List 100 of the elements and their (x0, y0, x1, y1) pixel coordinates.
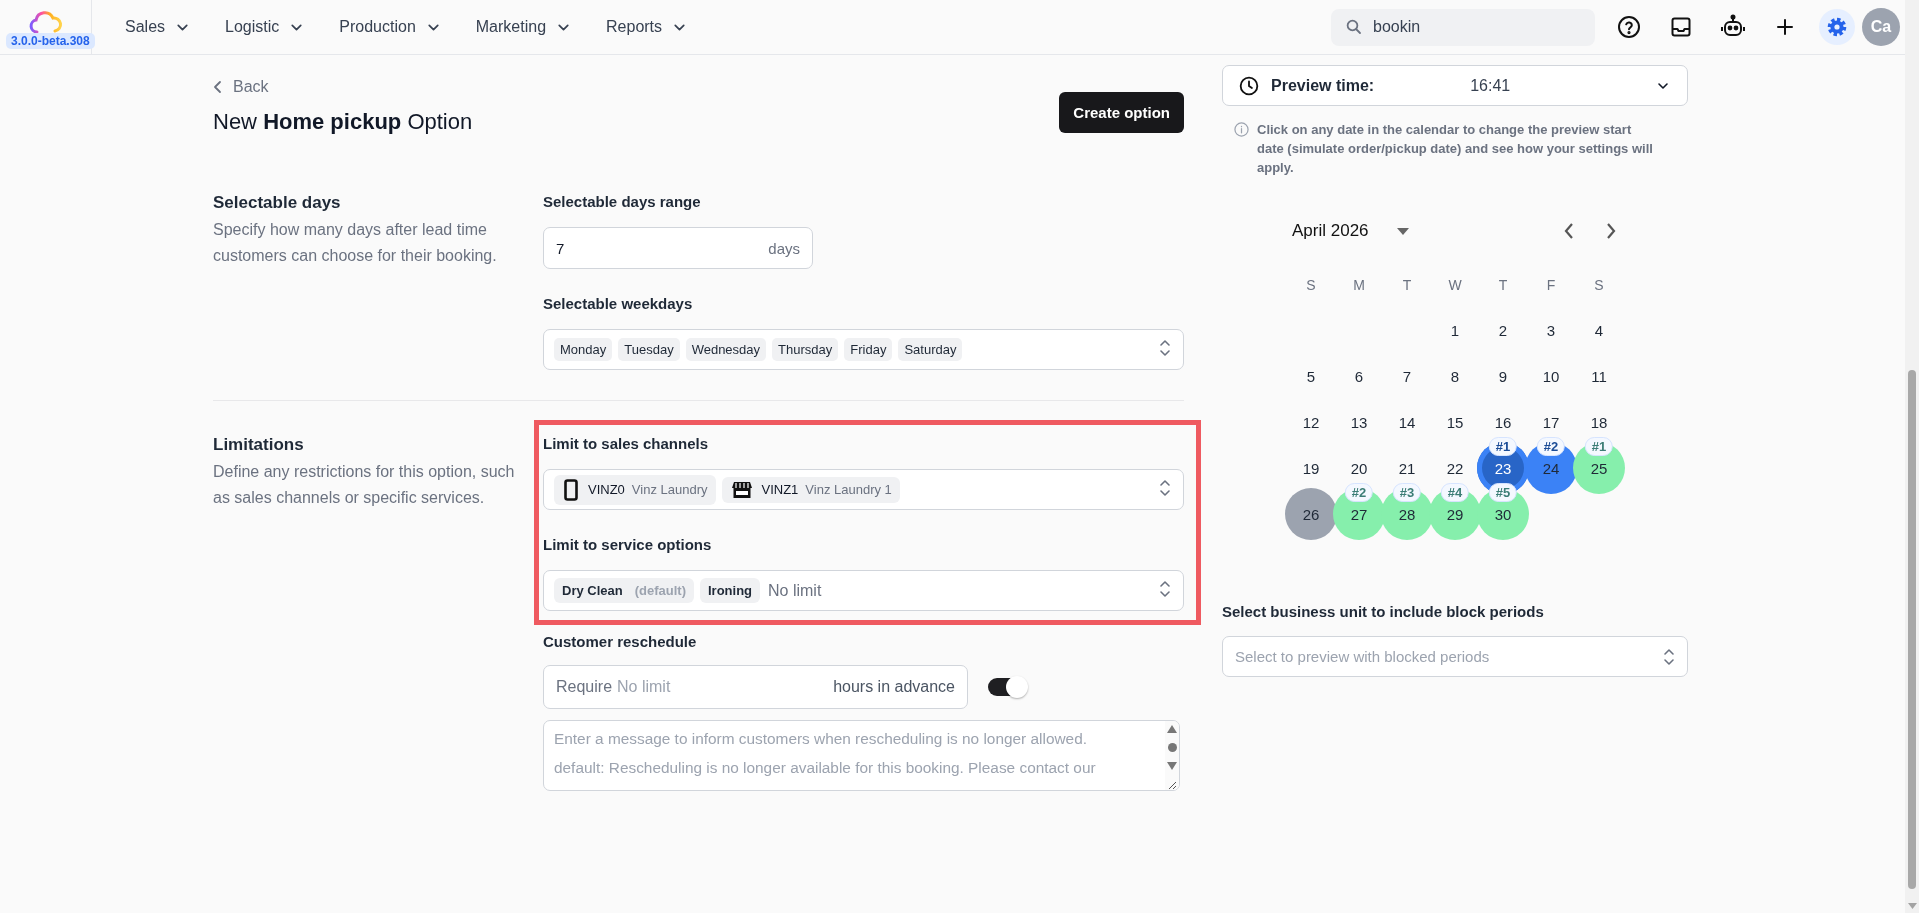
prefix-label: Require (556, 678, 613, 696)
chevron-left-icon (1563, 222, 1575, 240)
weekday-tag[interactable]: Thursday (772, 338, 839, 361)
sales-channel-tag[interactable]: VINZ1 Vinz Laundry 1 (721, 476, 900, 503)
inbox-icon[interactable] (1669, 15, 1693, 39)
chevron-left-icon (213, 80, 223, 94)
search-field[interactable]: bookin (1331, 8, 1595, 46)
nav-menu-item[interactable]: Production (339, 18, 442, 36)
help-icon[interactable] (1617, 15, 1641, 39)
plus-icon[interactable] (1774, 16, 1796, 38)
sales-channel-select[interactable]: VINZ0 Vinz Laundry VINZ1 Vinz Laundry 1 (543, 469, 1184, 510)
chevron-updown-icon (1159, 477, 1171, 498)
calendar-day[interactable]: 3 (1546, 321, 1556, 339)
hours-input[interactable]: No limit (612, 678, 768, 696)
hours-field[interactable]: Require No limit hours in advance (543, 665, 968, 709)
days-input[interactable]: 7 days (543, 227, 813, 269)
weekday-heading: W (1447, 277, 1463, 293)
weekday-tag[interactable]: Saturday (898, 338, 963, 361)
previous-month-button[interactable] (1563, 222, 1575, 240)
clock-icon (1239, 75, 1259, 96)
nav-menu-item[interactable]: Logistic (225, 18, 306, 36)
field-label: Select business unit to include block periods (1222, 602, 1545, 622)
cloud-logo[interactable] (27, 10, 64, 36)
calendar-day[interactable]: 26 (1285, 488, 1337, 540)
calendar-day[interactable]: 15 (1446, 413, 1464, 431)
preview-time-select[interactable]: Preview time: 16:41 (1222, 65, 1688, 106)
calendar-day[interactable]: 10 (1542, 367, 1560, 385)
weekday-tag[interactable]: Friday (844, 338, 893, 361)
scrollbar-thumb[interactable] (1908, 370, 1916, 889)
month-dropdown[interactable] (1396, 227, 1409, 235)
search-icon (1345, 18, 1363, 36)
page-title: New Home pickup Option (213, 108, 473, 136)
chevron-updown-icon (1159, 578, 1171, 599)
calendar-day[interactable]: 1 (1450, 321, 1460, 339)
calendar-day[interactable]: 16 (1494, 413, 1512, 431)
calendar-day[interactable]: 17 (1542, 413, 1560, 431)
section-title: Selectable days (213, 192, 342, 214)
calendar-day[interactable]: 19 (1302, 459, 1320, 477)
toggle-switch[interactable] (988, 678, 1026, 696)
field-label: Limit to service options (543, 535, 713, 555)
service-options-select[interactable]: Dry Clean (default) Ironing No limit (543, 570, 1184, 611)
chevron-updown-icon (1159, 337, 1171, 358)
placeholder-text: No limit (768, 581, 822, 600)
weekday-tag[interactable]: Monday (554, 338, 613, 361)
search-input[interactable]: bookin (1373, 18, 1573, 36)
back-link[interactable]: Back (213, 77, 269, 97)
info-icon (1234, 122, 1249, 137)
nav-menu-item[interactable]: Sales (125, 18, 192, 36)
phone-icon (564, 478, 578, 501)
calendar-day[interactable]: 9 (1498, 367, 1508, 385)
nav-menu-item[interactable]: Marketing (475, 18, 573, 36)
calendar-day[interactable]: 6 (1354, 367, 1364, 385)
calendar-day[interactable]: 13 (1350, 413, 1368, 431)
caret-down-icon (1396, 227, 1409, 235)
scroll-thumb[interactable] (1167, 743, 1177, 752)
scroll-up-icon[interactable] (1167, 725, 1177, 733)
create-option-button[interactable]: Create option (1059, 91, 1184, 133)
weekday-heading: S (1593, 277, 1605, 293)
weekday-tag[interactable]: Wednesday (685, 338, 767, 361)
unit-label: days (768, 239, 800, 257)
chevron-updown-icon (1663, 646, 1675, 667)
resize-handle-icon[interactable] (1167, 780, 1177, 790)
weekday-heading: S (1305, 277, 1317, 293)
calendar-day[interactable]: 12 (1302, 413, 1320, 431)
weekday-tag[interactable]: Tuesday (618, 338, 680, 361)
chevron-right-icon (1605, 222, 1617, 240)
section-description: Specify how many days after lead time customers can choose for their booking. (213, 220, 498, 266)
field-label: Customer reschedule (543, 632, 698, 652)
field-label: Selectable weekdays (543, 294, 694, 314)
calendar-day[interactable]: 22 (1446, 459, 1464, 477)
calendar-day[interactable]: 14 (1398, 413, 1416, 431)
calendar-day[interactable]: 21 (1398, 459, 1416, 477)
service-tag[interactable]: Dry Clean (default) (554, 578, 694, 603)
weekday-heading: F (1545, 277, 1557, 293)
calendar-day[interactable]: 4 (1594, 321, 1604, 339)
calendar-day[interactable]: 7 (1402, 367, 1412, 385)
calendar-day[interactable]: 5 (1306, 367, 1316, 385)
sequence-badge: #2 (1536, 437, 1566, 456)
nav-menu-item[interactable]: Reports (606, 18, 689, 36)
next-month-button[interactable] (1605, 222, 1617, 240)
suffix-label: hours in advance (833, 678, 955, 696)
scroll-down-icon[interactable] (1167, 762, 1177, 770)
settings-icon[interactable] (1825, 15, 1849, 39)
calendar-day[interactable]: 20 (1350, 459, 1368, 477)
section-title: Limitations (213, 434, 305, 456)
sequence-badge: #3 (1392, 483, 1422, 502)
weekday-heading: M (1352, 277, 1366, 293)
sales-channel-tag[interactable]: VINZ0 Vinz Laundry (554, 474, 716, 505)
field-label: Selectable days range (543, 192, 702, 212)
service-tag[interactable]: Ironing (700, 578, 761, 603)
calendar-day[interactable]: 18 (1590, 413, 1608, 431)
weekday-select[interactable]: Monday Tuesday Wednesday Thursday Friday Saturday (543, 329, 1184, 370)
weekday-heading: T (1401, 277, 1413, 293)
calendar-day[interactable]: 2 (1498, 321, 1508, 339)
calendar-day[interactable]: 8 (1450, 367, 1460, 385)
sequence-badge: #1 (1488, 437, 1518, 456)
calendar-day[interactable]: 11 (1591, 367, 1607, 385)
store-icon (731, 480, 752, 499)
message-textarea[interactable]: Enter a message to inform customers when rescheduling is no longer allowed. default: Rescheduling is no longer available for this booking. Please contact our (543, 720, 1180, 791)
section-description: Define any restrictions for this option, such as sales channels or specific services. (213, 462, 516, 508)
